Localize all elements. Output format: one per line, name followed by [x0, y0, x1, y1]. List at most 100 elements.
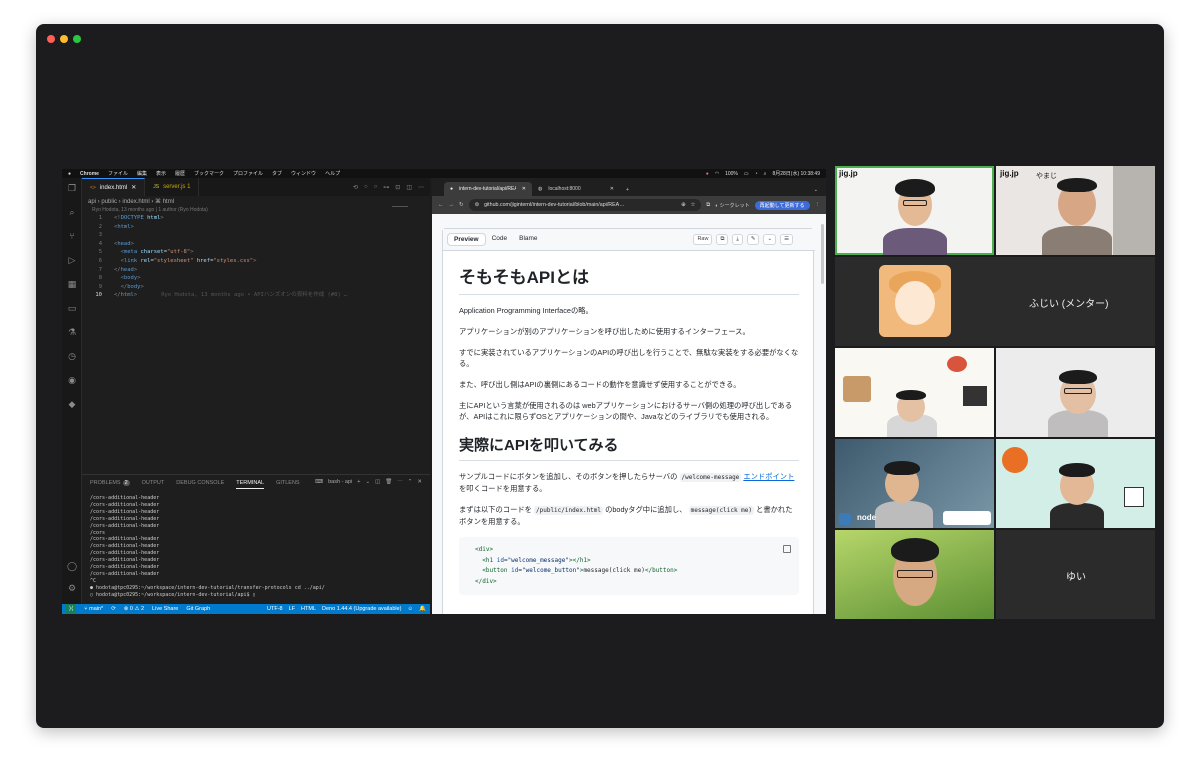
explorer-icon[interactable]: ❐ [67, 184, 77, 194]
copy-icon[interactable] [783, 545, 791, 553]
language-status[interactable]: HTML [301, 606, 316, 612]
maximize-panel-icon[interactable]: ⌃ [408, 479, 413, 485]
code-line[interactable]: 1 <!DOCTYPE html> [82, 214, 430, 223]
search-icon[interactable]: ⌕ [67, 208, 77, 218]
git-icon[interactable]: ⊶ [383, 184, 389, 191]
raw-button[interactable]: Raw [693, 234, 713, 245]
video-tile[interactable] [835, 348, 994, 437]
git-branch[interactable]: ⑂ main* [84, 606, 103, 612]
scrollbar[interactable] [821, 224, 824, 284]
remote-explorer-icon[interactable]: ▭ [67, 304, 77, 314]
back-icon[interactable]: ← [438, 202, 444, 208]
incognito-indicator[interactable]: ◐ シークレット [715, 202, 749, 209]
run-debug-icon[interactable]: ▷ [67, 256, 77, 266]
forward-icon[interactable]: → [449, 202, 455, 208]
minimap[interactable] [392, 206, 408, 212]
outline-list-icon[interactable]: ☰ [780, 234, 793, 245]
endpoint-link[interactable]: エンドポイント [743, 472, 794, 481]
code-editor[interactable]: 1 <!DOCTYPE html> 2 <html> 3 4 <head> 5 <meta c… [82, 214, 430, 300]
site-info-icon[interactable]: ⊜ [475, 202, 479, 208]
code-line[interactable]: 4 <head> [82, 240, 430, 249]
menubar-item[interactable]: プロファイル [233, 170, 263, 177]
headphones-icon[interactable]: ◠ [715, 171, 719, 177]
previous-change-icon[interactable]: ○ [364, 184, 368, 190]
terminal-output[interactable]: /cors-additional-header/cors-additional-… [90, 495, 325, 599]
more-actions-icon[interactable]: ⋯ [418, 184, 424, 191]
battery-icon[interactable]: ▭ [744, 171, 749, 177]
menubar-item[interactable]: 履歴 [175, 170, 185, 177]
zoom-icon[interactable]: ⊕ [681, 202, 685, 208]
menu-icon[interactable]: ⋮ [815, 202, 821, 208]
code-line[interactable]: 3 [82, 231, 430, 240]
trash-icon[interactable]: 🗑 [385, 479, 392, 485]
close-icon[interactable]: ✕ [522, 186, 526, 192]
video-tile[interactable]: ふじい (メンター) [835, 257, 1155, 346]
more-actions-icon[interactable]: ⋯ [397, 479, 403, 485]
testing-icon[interactable]: ⚗ [67, 328, 77, 338]
menubar-item[interactable]: ヘルプ [325, 170, 340, 177]
timeline-icon[interactable]: ◷ [67, 352, 77, 362]
remote-indicator-icon[interactable]: ⟩⟨ [66, 604, 77, 614]
video-tile[interactable] [996, 348, 1155, 437]
code-block[interactable]: <div> <h1 id="welcome_message"></h1> <bu… [459, 537, 799, 595]
close-icon[interactable]: ✕ [610, 186, 614, 192]
tab-problems[interactable]: PROBLEMS 2 [90, 480, 130, 489]
chevron-down-icon[interactable]: ⌄ [763, 234, 777, 245]
eol-status[interactable]: LF [289, 606, 295, 612]
feedback-icon[interactable]: ☺ [408, 606, 414, 612]
live-share-button[interactable]: Live Share [152, 606, 178, 612]
code-line[interactable]: 10 </html> Ryo Hodota, 13 months ago • API… [82, 291, 430, 300]
extensions-icon[interactable]: ⧉ [706, 202, 710, 209]
menubar-clock[interactable]: 8月28日(水) 10:38:49 [772, 170, 820, 177]
code-line[interactable]: 2 <html> [82, 223, 430, 232]
code-line[interactable]: 9 </body> [82, 283, 430, 292]
tab-localhost[interactable]: ◍ localhost:8000 ✕ [532, 182, 620, 196]
close-icon[interactable]: ✕ [131, 184, 136, 191]
close-window-button[interactable] [47, 35, 55, 43]
address-bar[interactable]: ⊜ github.com/jiginternl/intern-dev-tutor… [468, 199, 702, 211]
tab-search-icon[interactable]: ⌄ [806, 187, 826, 196]
tab-github-readme[interactable]: ● intern-dev-tutorial/api/READ… ✕ [444, 182, 532, 196]
tab-terminal[interactable]: TERMINAL [236, 480, 265, 489]
problems-status[interactable]: ⊗ 0 ⚠ 2 [124, 606, 144, 612]
git-graph-button[interactable]: Git Graph [186, 606, 210, 612]
new-terminal-icon[interactable]: + [357, 479, 360, 485]
open-preview-icon[interactable]: ⊡ [395, 184, 400, 191]
video-tile[interactable]: jig.jp [835, 166, 994, 255]
tab-gitlens[interactable]: GITLENS [276, 480, 300, 489]
minimize-window-button[interactable] [60, 35, 68, 43]
deno-status[interactable]: Deno 1.44.4 (Upgrade available) [322, 606, 402, 612]
search-icon[interactable]: ⌕ [764, 171, 767, 177]
zoom-window-button[interactable] [73, 35, 81, 43]
video-tile[interactable]: jig.jp やまじ [996, 166, 1155, 255]
new-tab-button[interactable]: + [620, 187, 635, 196]
copy-icon[interactable]: ⧉ [716, 234, 729, 245]
sync-icon[interactable]: ⟳ [111, 606, 116, 612]
edit-pencil-icon[interactable]: ✎ [746, 234, 760, 245]
terminal-shell-label[interactable]: bash - api [328, 479, 352, 485]
download-icon[interactable]: ⤓ [732, 234, 743, 245]
code-line[interactable]: 7 </head> [82, 266, 430, 275]
video-tile[interactable] [835, 530, 994, 619]
tab-server-js[interactable]: JS server.js 1 [145, 178, 200, 196]
tab-preview[interactable]: Preview [447, 233, 486, 246]
video-tile[interactable] [996, 439, 1155, 528]
split-terminal-icon[interactable]: ◫ [375, 479, 380, 485]
extensions-icon[interactable]: ▦ [67, 280, 77, 290]
source-control-icon[interactable]: ⑂ [67, 232, 77, 242]
encoding-status[interactable]: UTF-8 [267, 606, 283, 612]
video-tile[interactable]: ゆい [996, 530, 1155, 619]
code-line[interactable]: 5 <meta charset="utf-8"> [82, 248, 430, 257]
video-tile[interactable]: node [835, 439, 994, 528]
menubar-item[interactable]: ウィンドウ [291, 170, 316, 177]
code-line[interactable]: 6 <link rel="stylesheet" href="styles.cs… [82, 257, 430, 266]
tab-blame[interactable]: Blame [513, 233, 543, 246]
relaunch-button[interactable]: 再起動して更新する [754, 200, 810, 210]
chevron-down-icon[interactable]: ⌄ [365, 479, 370, 485]
bookmark-star-icon[interactable]: ☆ [691, 202, 696, 208]
wifi-icon[interactable]: ◔ [755, 171, 758, 177]
tab-index-html[interactable]: <> index.html ✕ [82, 178, 146, 196]
close-icon[interactable]: ✕ [417, 479, 422, 485]
tab-output[interactable]: OUTPUT [142, 480, 165, 489]
gitlens-icon[interactable]: ◉ [67, 376, 77, 386]
